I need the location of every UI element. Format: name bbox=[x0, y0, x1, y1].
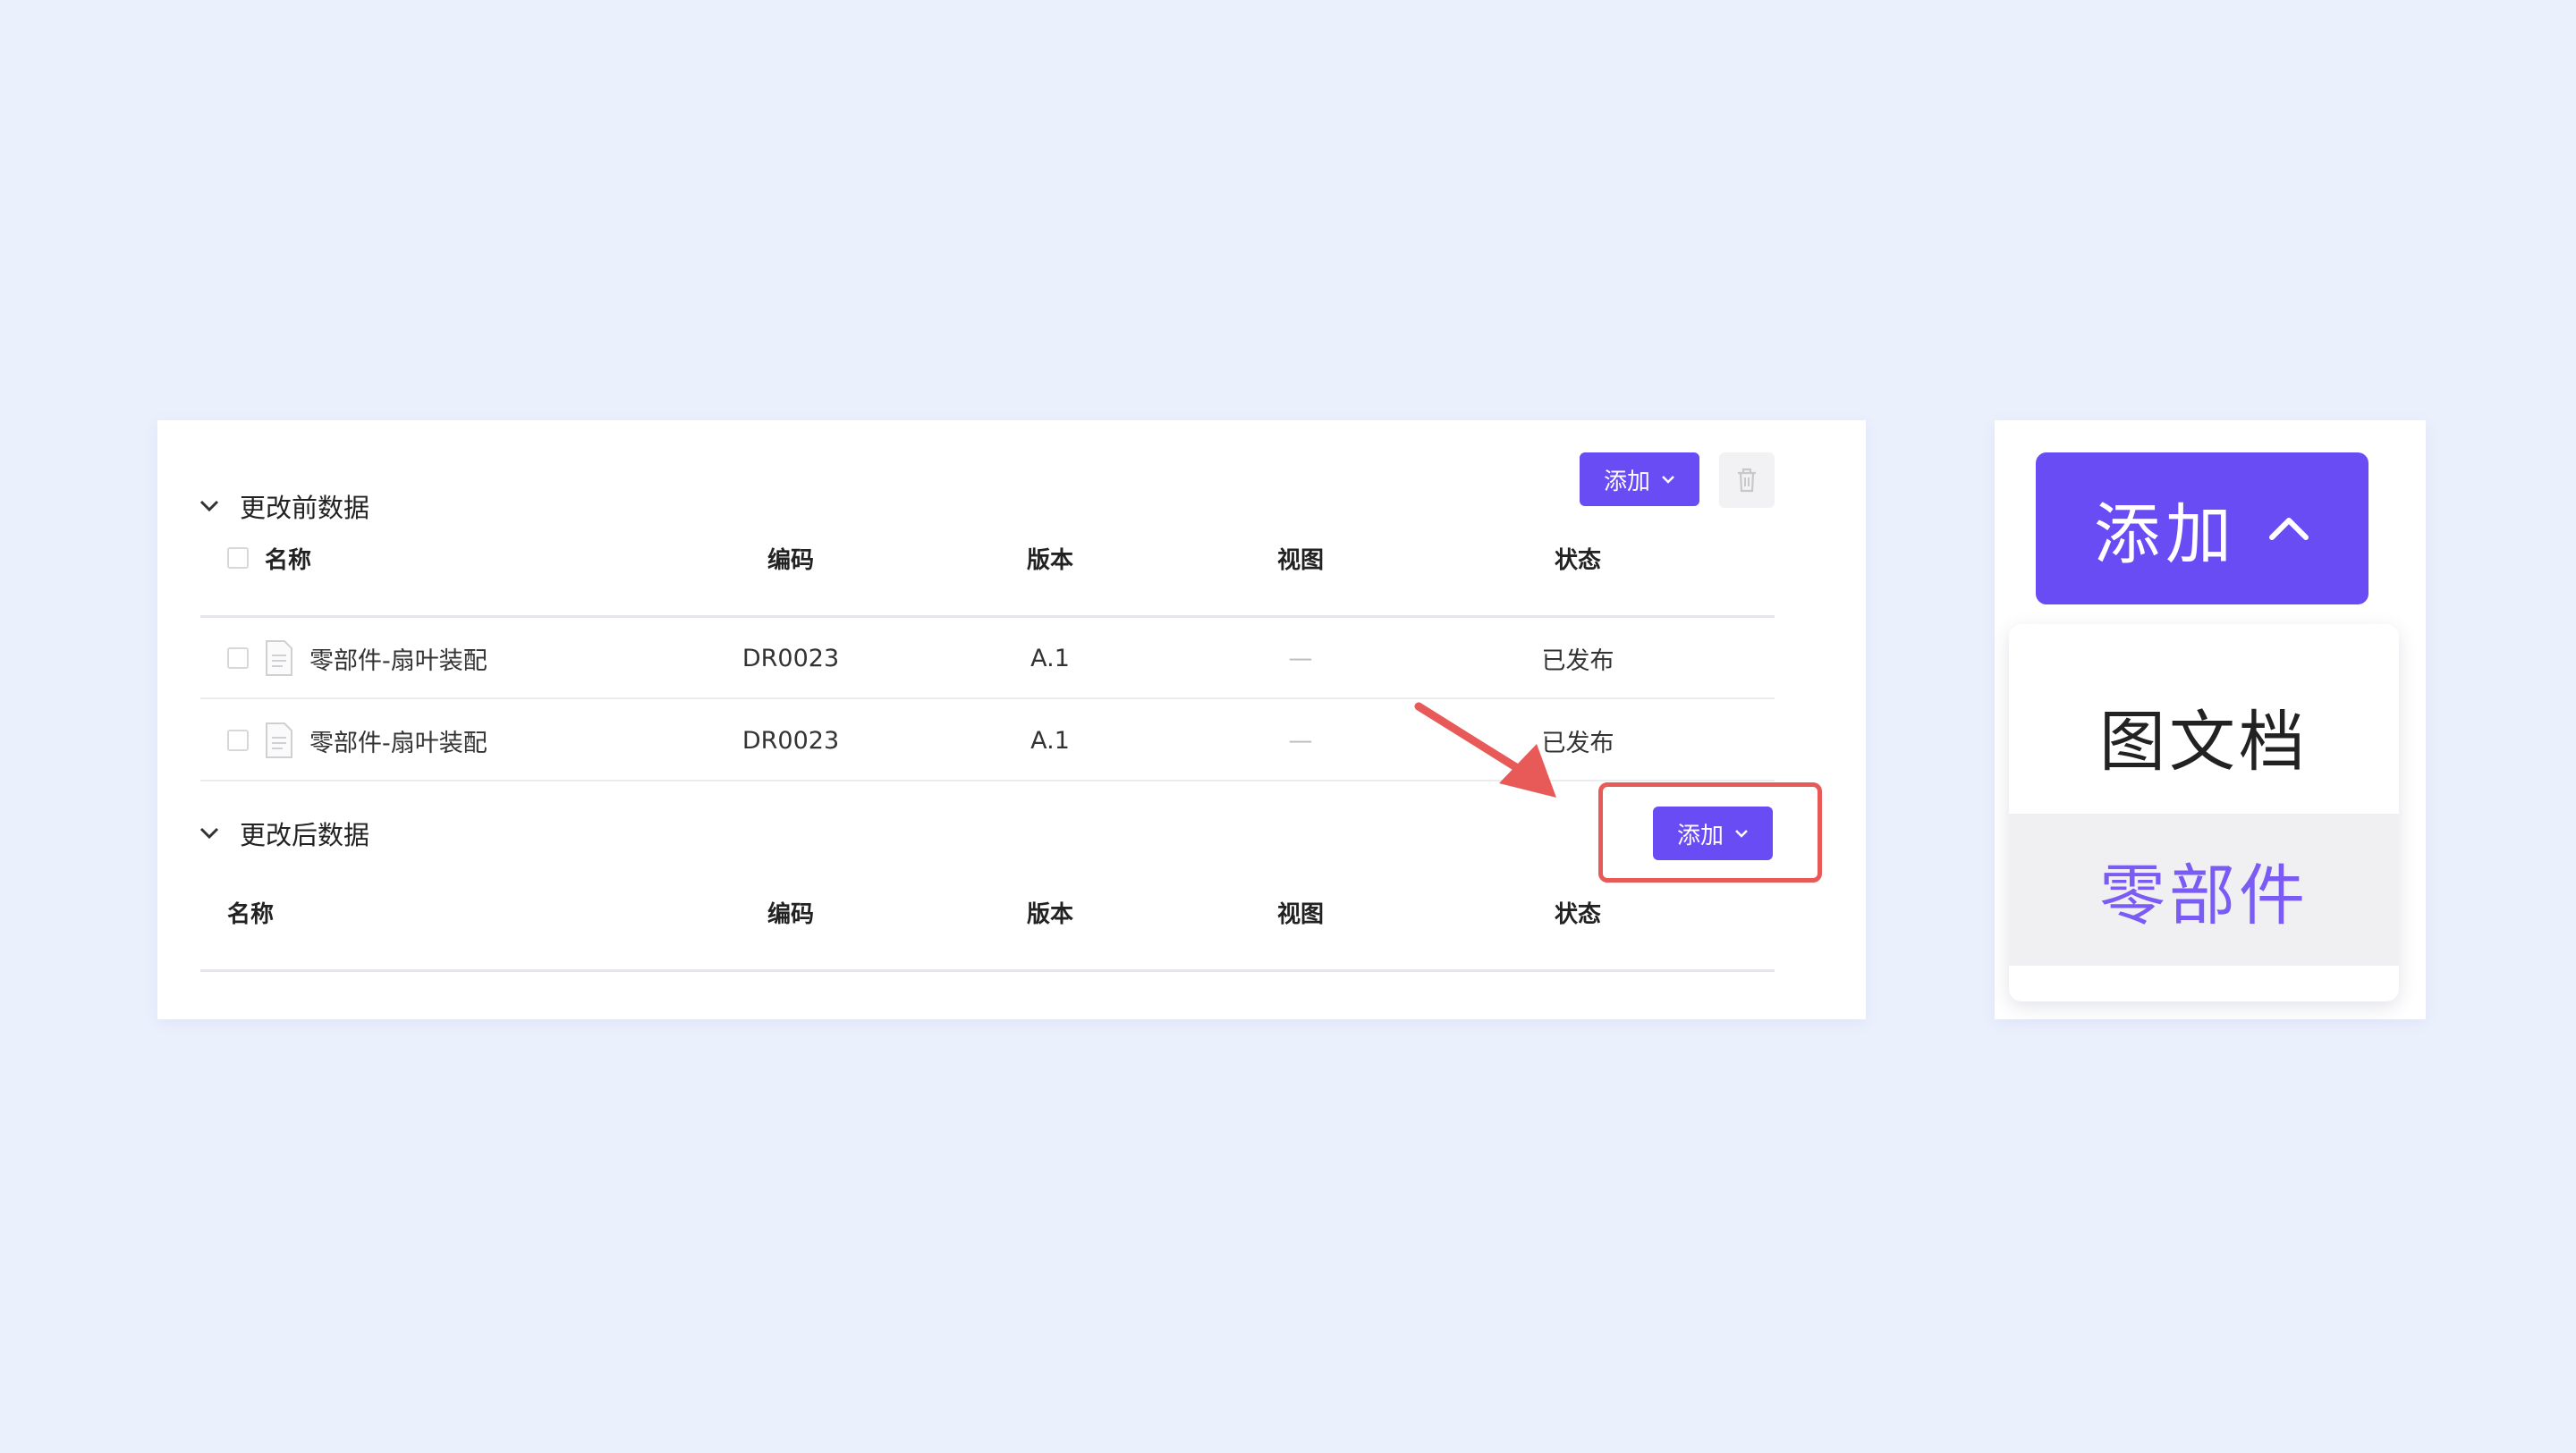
row-view: — bbox=[1288, 644, 1313, 672]
document-icon bbox=[265, 722, 293, 759]
before-section-title: 更改前数据 bbox=[240, 493, 370, 523]
column-code: 编码 bbox=[767, 546, 814, 574]
header-divider bbox=[200, 969, 1775, 972]
add-dropdown-menu: 图文档 零部件 bbox=[2009, 624, 2399, 1001]
row-version: A.1 bbox=[1030, 726, 1070, 755]
add-button-label: 添加 bbox=[1603, 468, 1650, 495]
row-checkbox[interactable] bbox=[227, 647, 249, 669]
row-version: A.1 bbox=[1030, 644, 1070, 672]
after-section-title: 更改后数据 bbox=[240, 820, 370, 850]
zoomed-add-label: 添加 bbox=[2094, 495, 2237, 573]
chevron-down-icon[interactable] bbox=[197, 821, 222, 846]
row-code: DR0023 bbox=[741, 644, 840, 672]
chevron-down-icon[interactable] bbox=[197, 494, 222, 519]
column-status: 状态 bbox=[1554, 546, 1601, 574]
column-version: 版本 bbox=[1026, 900, 1073, 928]
annotation-arrow-icon bbox=[1414, 702, 1556, 798]
zoomed-dropdown-panel: 添加 图文档 零部件 bbox=[1995, 420, 2426, 1019]
highlight-box bbox=[1598, 782, 1822, 883]
change-data-panel: 更改前数据 添加 名称 编码 版本 视图 状态 零部件-扇叶装配 DR0023 … bbox=[157, 420, 1866, 1019]
column-view: 视图 bbox=[1276, 900, 1324, 928]
row-checkbox[interactable] bbox=[227, 730, 249, 751]
chevron-up-icon bbox=[2269, 518, 2309, 540]
row-view: — bbox=[1288, 726, 1313, 755]
select-all-checkbox[interactable] bbox=[227, 547, 249, 569]
row-name: 零部件-扇叶装配 bbox=[309, 646, 487, 675]
delete-button[interactable] bbox=[1719, 452, 1775, 508]
after-section-header[interactable]: 更改后数据 bbox=[197, 807, 369, 860]
document-icon bbox=[265, 639, 293, 677]
zoomed-add-button[interactable]: 添加 bbox=[2036, 452, 2368, 604]
row-name: 零部件-扇叶装配 bbox=[309, 729, 487, 757]
table-row[interactable]: 零部件-扇叶装配 DR0023 A.1 — 已发布 bbox=[200, 619, 1775, 697]
after-table-header: 名称 编码 版本 视图 状态 bbox=[200, 891, 1775, 933]
column-view: 视图 bbox=[1276, 546, 1324, 574]
column-code: 编码 bbox=[767, 900, 814, 928]
column-name: 名称 bbox=[265, 546, 312, 574]
row-code: DR0023 bbox=[741, 726, 840, 755]
column-version: 版本 bbox=[1026, 546, 1073, 574]
header-divider bbox=[200, 615, 1775, 618]
menu-item-part[interactable]: 零部件 bbox=[2009, 814, 2399, 966]
before-add-button[interactable]: 添加 bbox=[1580, 452, 1699, 506]
trash-icon bbox=[1738, 468, 1756, 493]
chevron-down-icon bbox=[1662, 476, 1674, 484]
row-status: 已发布 bbox=[1541, 646, 1614, 675]
before-section-header[interactable]: 更改前数据 bbox=[197, 479, 369, 533]
menu-item-document[interactable]: 图文档 bbox=[2009, 660, 2399, 812]
before-table-header: 名称 编码 版本 视图 状态 bbox=[200, 536, 1775, 579]
column-name: 名称 bbox=[227, 900, 275, 928]
column-status: 状态 bbox=[1554, 900, 1601, 928]
